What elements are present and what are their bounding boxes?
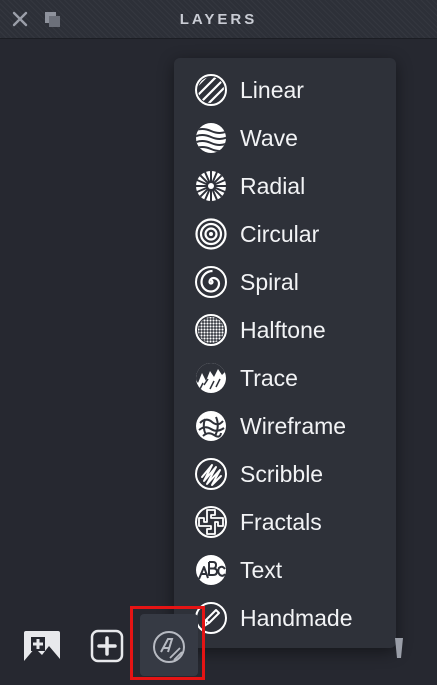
menu-item-wave[interactable]: Wave [174,114,396,162]
menu-item-label: Fractals [240,509,322,535]
menu-item-linear[interactable]: Linear [174,66,396,114]
add-image-icon [22,631,62,670]
menu-item-label: Spiral [240,269,299,295]
trace-icon [194,361,228,395]
spiral-icon [194,265,228,299]
circular-icon [194,217,228,251]
wave-icon [194,121,228,155]
generator-button[interactable] [140,614,198,676]
menu-item-label: Wireframe [240,413,347,439]
menu-item-label: Circular [240,221,320,247]
menu-item-label: Wave [240,125,298,151]
add-layer-icon [89,629,125,668]
menu-item-fractals[interactable]: Fractals [174,498,396,546]
menu-item-handmade[interactable]: Handmade [174,594,396,642]
menu-item-label: Linear [240,77,304,103]
menu-item-radial[interactable]: Radial [174,162,396,210]
menu-item-circular[interactable]: Circular [174,210,396,258]
menu-item-label: Handmade [240,605,353,631]
menu-item-label: Text [240,557,283,583]
add-layer-button[interactable] [89,628,125,664]
menu-item-text[interactable]: Text [174,546,396,594]
radial-icon [194,169,228,203]
trash-button[interactable] [392,630,406,662]
menu-item-label: Trace [240,365,298,391]
menu-item-label: Scribble [240,461,324,487]
linear-icon [194,73,228,107]
menu-item-wireframe[interactable]: Wireframe [174,402,396,450]
generator-menu: Linear Wave Radial Circular Spiral Halft… [174,58,396,648]
wireframe-icon [194,409,228,443]
panel-title: LAYERS [179,11,258,28]
trash-icon [392,638,406,666]
handmade-icon [194,601,228,635]
menu-item-label: Radial [240,173,306,199]
halftone-icon [194,313,228,347]
menu-item-scribble[interactable]: Scribble [174,450,396,498]
menu-item-trace[interactable]: Trace [174,354,396,402]
panel-titlebar: LAYERS [0,0,437,39]
fractals-icon [194,505,228,539]
add-image-button[interactable] [22,628,62,666]
scribble-icon [194,457,228,491]
menu-item-spiral[interactable]: Spiral [174,258,396,306]
generator-icon [152,630,186,669]
menu-item-label: Halftone [240,317,326,343]
text-icon [194,553,228,587]
menu-item-halftone[interactable]: Halftone [174,306,396,354]
